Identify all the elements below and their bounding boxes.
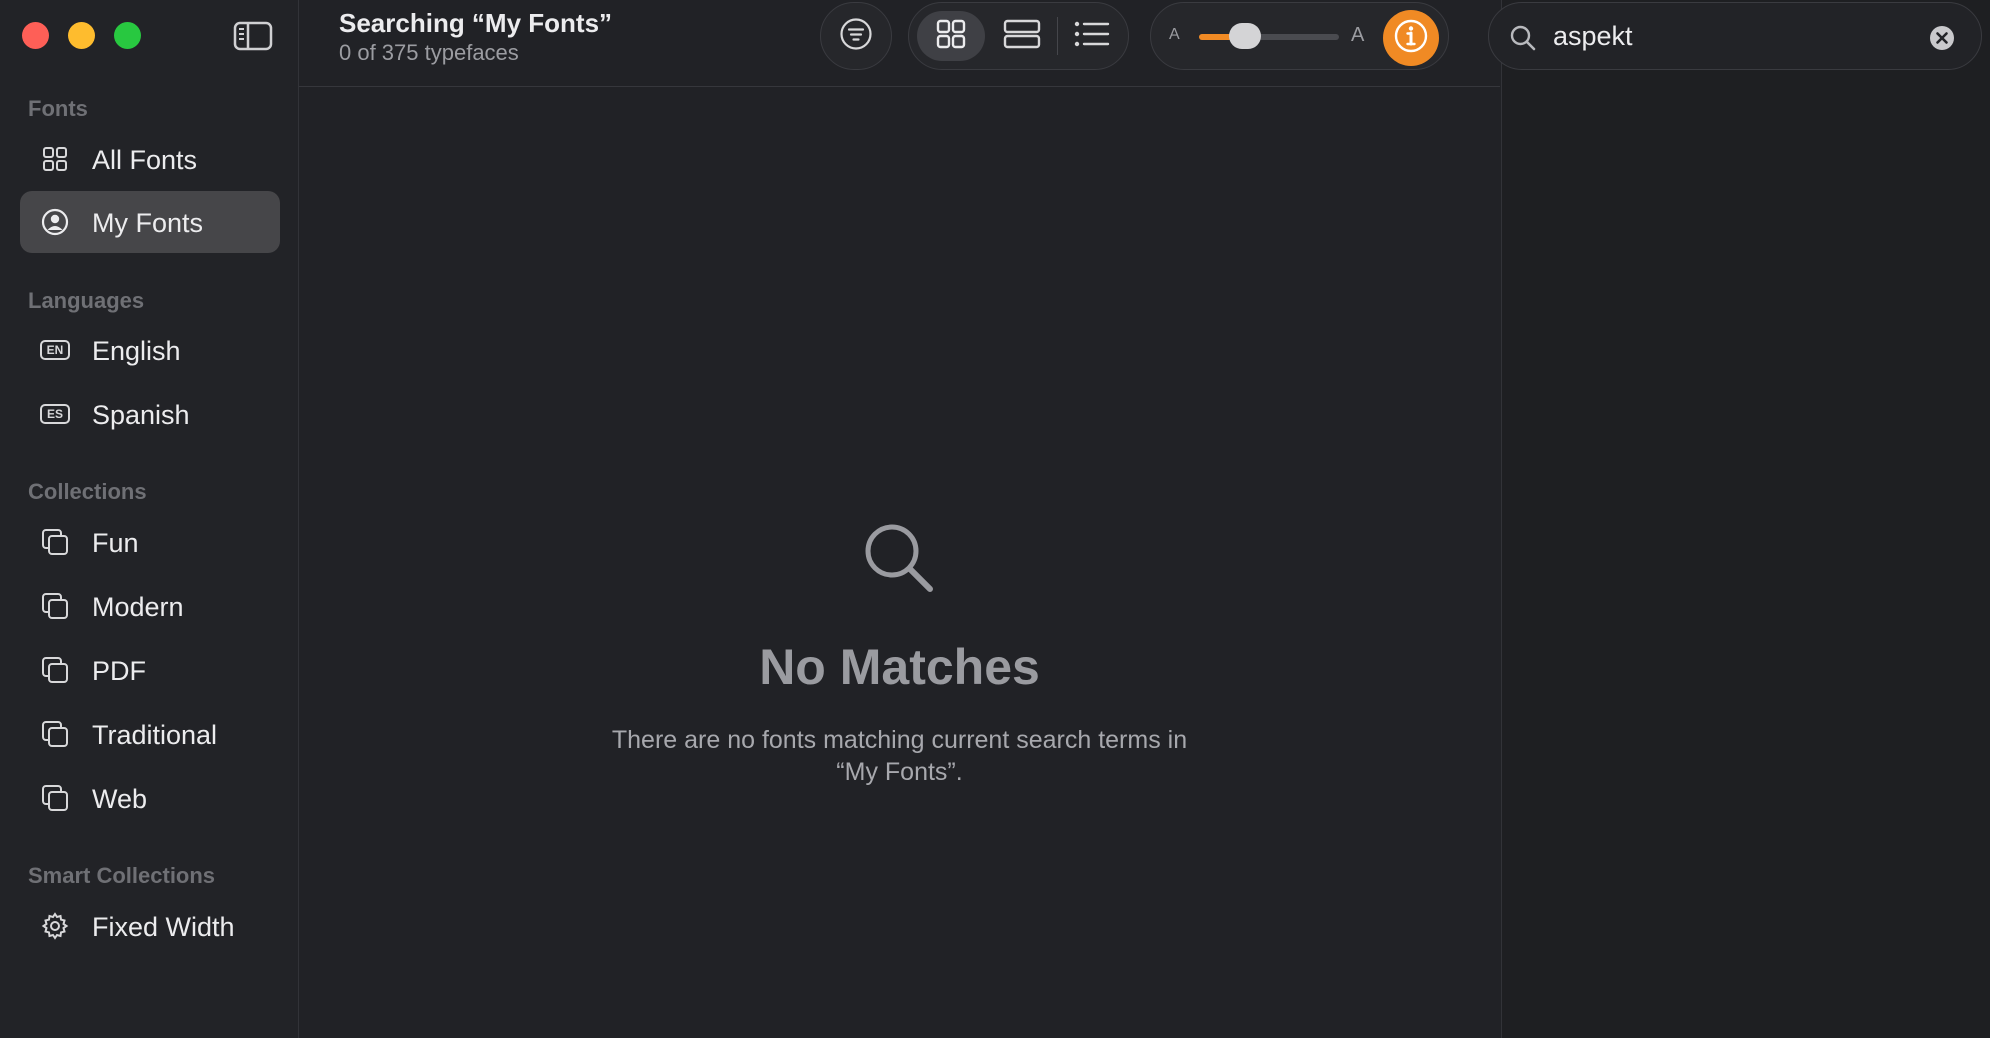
language-badge-en: EN [40, 340, 70, 360]
list-view-icon [1073, 19, 1111, 54]
preview-size-slider[interactable] [1199, 23, 1339, 49]
sidebar-item-web[interactable]: Web [20, 767, 280, 829]
section-label-collections: Collections [28, 479, 147, 504]
sidebar-item-english[interactable]: EN English [20, 319, 280, 381]
collection-icon [40, 719, 70, 749]
sidebar-item-label: Traditional [92, 720, 218, 750]
section-label-fonts: Fonts [28, 96, 88, 121]
sidebar-item-pdf[interactable]: PDF [20, 639, 280, 701]
strip-view-icon [1003, 18, 1041, 55]
empty-state-description: There are no fonts matching current sear… [299, 724, 1500, 788]
minimize-window-button[interactable] [68, 22, 95, 49]
slider-thumb[interactable] [1229, 23, 1262, 49]
filter-button-group [820, 2, 892, 70]
sidebar-item-label: Fun [92, 528, 139, 558]
sidebar-item-fun[interactable]: Fun [20, 511, 280, 573]
search-icon [1509, 24, 1537, 57]
sidebar-item-label: Spanish [92, 400, 190, 430]
sidebar: Fonts All Fonts My Fonts Languages EN En [0, 0, 299, 1038]
person-circle-icon [40, 207, 70, 237]
sidebar-item-label: My Fonts [92, 208, 204, 238]
sidebar-item-label: All Fonts [92, 145, 198, 175]
collection-icon [40, 783, 70, 813]
filter-icon [839, 17, 873, 56]
maximize-window-button[interactable] [114, 22, 141, 49]
view-mode-group [908, 2, 1129, 70]
size-slider-max-label: A [1351, 24, 1365, 46]
grid-view-button[interactable] [917, 11, 985, 61]
gear-icon [40, 911, 70, 941]
section-label-smart-collections: Smart Collections [28, 863, 216, 888]
sidebar-item-label: English [92, 336, 181, 366]
sidebar-item-label: Web [92, 784, 148, 814]
empty-state-title: No Matches [759, 639, 1040, 695]
magnifying-glass-icon [859, 518, 939, 598]
sidebar-item-modern[interactable]: Modern [20, 575, 280, 637]
filter-button[interactable] [827, 11, 885, 61]
search-field[interactable]: aspekt [1488, 2, 1982, 70]
sidebar-item-label: Fixed Width [92, 912, 235, 942]
collection-icon [40, 591, 70, 621]
list-view-button[interactable] [1063, 11, 1121, 61]
search-input[interactable]: aspekt [1553, 21, 1633, 52]
sidebar-item-label: PDF [92, 656, 146, 686]
toolbar-divider [1057, 17, 1058, 55]
sidebar-item-traditional[interactable]: Traditional [20, 703, 280, 765]
language-badge-es: ES [40, 404, 70, 424]
section-label-languages: Languages [28, 288, 145, 313]
info-icon [1393, 18, 1429, 59]
collection-icon [40, 527, 70, 557]
grid-icon [40, 144, 70, 174]
sidebar-item-label: Modern [92, 592, 184, 622]
en-badge-icon: EN [40, 335, 70, 365]
window-title: Searching “My Fonts” [339, 8, 613, 38]
collection-icon [40, 655, 70, 685]
clear-search-icon[interactable] [1929, 25, 1955, 56]
right-panel: aspekt [1488, 0, 1990, 1038]
sidebar-item-fixed-width[interactable]: Fixed Width [20, 895, 280, 957]
sidebar-item-spanish[interactable]: ES Spanish [20, 383, 280, 445]
close-window-button[interactable] [22, 22, 49, 49]
grid-view-icon [935, 18, 967, 55]
es-badge-icon: ES [40, 399, 70, 429]
toolbar: Searching “My Fonts” 0 of 375 typefaces [299, 0, 1500, 87]
preview-size-group: A A [1150, 2, 1449, 70]
empty-state-description-line: There are no fonts matching current sear… [611, 726, 1188, 754]
sidebar-item-all-fonts[interactable]: All Fonts [20, 128, 280, 190]
info-button[interactable] [1383, 10, 1439, 66]
sidebar-toggle-icon[interactable] [232, 18, 276, 54]
strip-view-button[interactable] [993, 11, 1051, 61]
size-slider-min-label: A [1169, 26, 1180, 43]
main-content: Searching “My Fonts” 0 of 375 typefaces [299, 0, 1500, 1038]
typeface-count: 0 of 375 typefaces [339, 40, 519, 65]
sidebar-item-my-fonts[interactable]: My Fonts [20, 191, 280, 253]
empty-state-description-line: “My Fonts”. [836, 758, 963, 786]
